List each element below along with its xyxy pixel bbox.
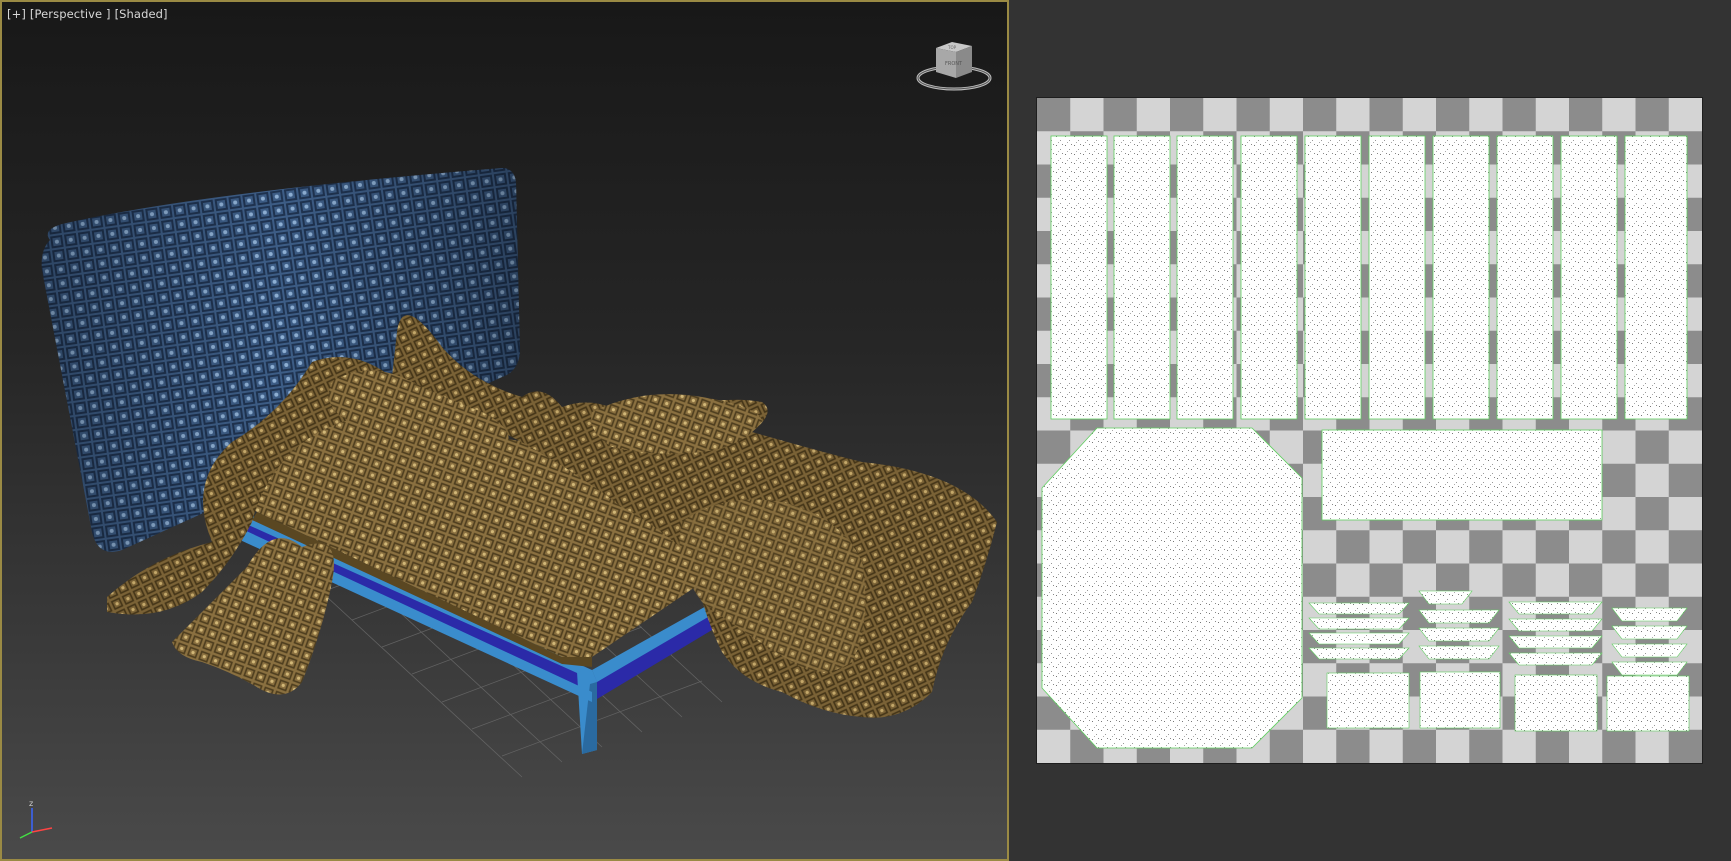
viewcube[interactable]: FRONT TOP bbox=[914, 38, 994, 96]
axis-z-label: z bbox=[29, 799, 33, 808]
uv-layout[interactable] bbox=[1037, 98, 1702, 763]
viewcube-front-label[interactable]: FRONT bbox=[945, 61, 963, 67]
perspective-viewport[interactable]: [+] [Perspective ] [Shaded] FRONT TOP z bbox=[0, 0, 1009, 861]
bed-3d-model[interactable] bbox=[2, 2, 1009, 861]
uv-editor-panel[interactable] bbox=[1036, 97, 1703, 764]
axis-tripod: z bbox=[19, 799, 53, 839]
uv-island-octagon[interactable] bbox=[1041, 427, 1303, 749]
viewcube-top-label[interactable]: TOP bbox=[947, 45, 957, 50]
uv-island-strips[interactable] bbox=[1050, 135, 1688, 420]
uv-island-rect[interactable] bbox=[1321, 429, 1603, 521]
